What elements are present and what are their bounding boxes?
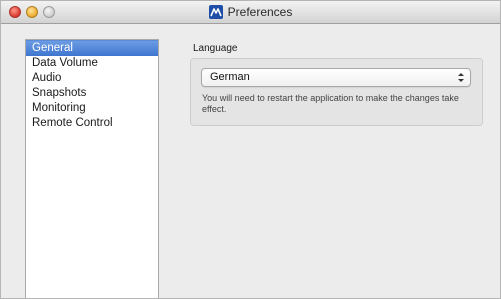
restart-note: You will need to restart the application… <box>202 93 459 114</box>
language-select-value: German <box>210 71 250 83</box>
sidebar-item-snapshots[interactable]: Snapshots <box>26 86 158 101</box>
sidebar-item-monitoring[interactable]: Monitoring <box>26 101 158 116</box>
sidebar-item-remote-control[interactable]: Remote Control <box>26 116 158 131</box>
language-label: Language <box>193 43 238 54</box>
title-group: Preferences <box>1 1 500 23</box>
window-title: Preferences <box>227 5 293 19</box>
sidebar-item-general[interactable]: General <box>26 40 158 56</box>
select-arrows-icon <box>457 71 465 84</box>
sidebar-item-data-volume[interactable]: Data Volume <box>26 56 158 71</box>
sidebar-list: General Data Volume Audio Snapshots Moni… <box>25 39 159 298</box>
language-group-box: German You will need to restart the appl… <box>190 58 483 126</box>
language-select[interactable]: German <box>201 68 471 87</box>
title-bar: Preferences <box>1 1 500 24</box>
sidebar-item-audio[interactable]: Audio <box>26 71 158 86</box>
preferences-window: Preferences General Data Volume Audio Sn… <box>0 0 501 299</box>
m-logo-icon <box>208 5 223 19</box>
